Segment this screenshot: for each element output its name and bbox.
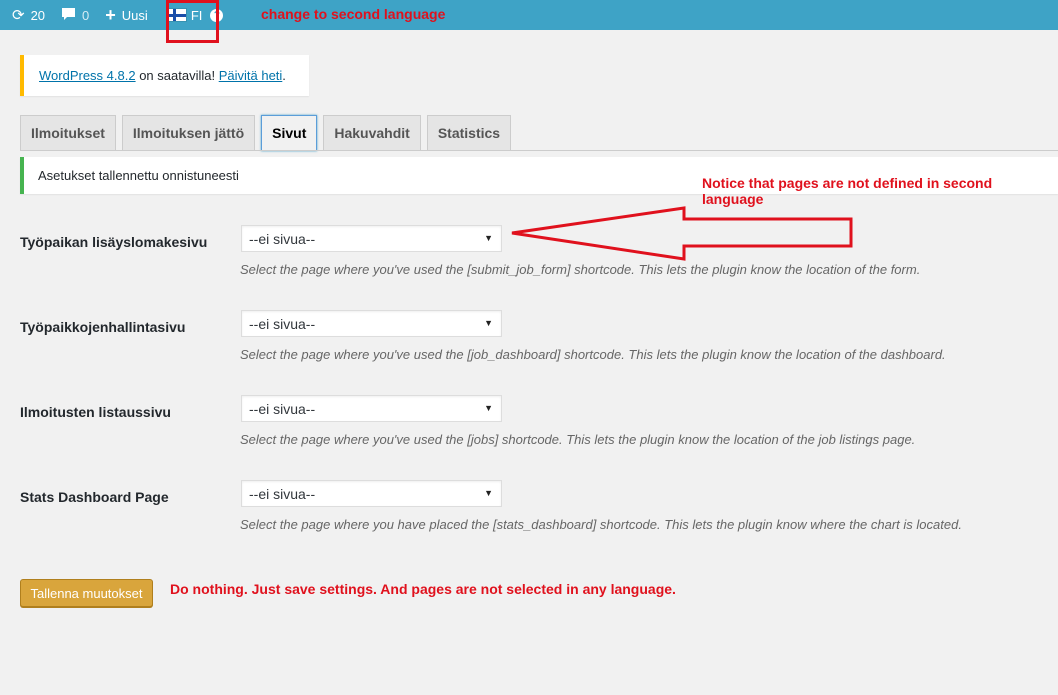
field-description: Select the page where you've used the [s… (240, 262, 921, 277)
field-label: Ilmoitusten listaussivu (20, 404, 171, 420)
dropdown-arrow-icon: ▼ (484, 233, 493, 243)
admin-bar: ⟳ 20 0 + Uusi FI ? (0, 0, 1058, 30)
update-now-link[interactable]: Päivitä heti (219, 68, 283, 83)
settings-tabs: Ilmoitukset Ilmoituksen jättö Sivut Haku… (20, 115, 517, 151)
new-label: Uusi (121, 7, 148, 23)
language-annotation: change to second language (261, 6, 446, 22)
stats-dashboard-page-select[interactable]: --ei sivua-- ▼ (241, 480, 502, 507)
tab-hakuvahdit[interactable]: Hakuvahdit (323, 115, 421, 150)
update-notice: WordPress 4.8.2 on saatavilla! Päivitä h… (20, 55, 309, 96)
update-notice-tail: . (282, 68, 286, 83)
submit-job-form-page-select[interactable]: --ei sivua-- ▼ (241, 225, 502, 252)
save-annotation: Do nothing. Just save settings. And page… (170, 581, 676, 597)
language-highlight-box (166, 0, 219, 43)
jobs-listing-page-select[interactable]: --ei sivua-- ▼ (241, 395, 502, 422)
comment-bubble-icon (61, 7, 76, 24)
tab-ilmoitukset[interactable]: Ilmoitukset (20, 115, 116, 150)
save-settings-button[interactable]: Tallenna muutokset (20, 579, 153, 607)
updates-count: 20 (30, 7, 46, 23)
field-label: Työpaikkojenhallintasivu (20, 319, 186, 335)
pages-annotation: Notice that pages are not defined in sec… (702, 175, 993, 207)
tab-statistics[interactable]: Statistics (426, 115, 512, 150)
dropdown-arrow-icon: ▼ (484, 488, 493, 498)
field-description: Select the page where you've used the [j… (240, 347, 946, 362)
plus-icon: + (105, 5, 116, 25)
wordpress-version-link[interactable]: WordPress 4.8.2 (39, 68, 136, 83)
job-dashboard-page-select[interactable]: --ei sivua-- ▼ (241, 310, 502, 337)
success-notice-text: Asetukset tallennettu onnistuneesti (38, 168, 239, 183)
field-description: Select the page where you have placed th… (240, 517, 962, 532)
comments-count: 0 (82, 7, 90, 23)
update-notice-text: on saatavilla! (135, 68, 219, 83)
tab-ilmoituksen-jatto[interactable]: Ilmoituksen jättö (121, 115, 256, 150)
tab-sivut[interactable]: Sivut (261, 115, 318, 151)
new-content-menu[interactable]: + Uusi (105, 0, 148, 30)
refresh-icon: ⟳ (12, 6, 25, 24)
updates-link[interactable]: ⟳ 20 (12, 0, 45, 30)
field-label: Työpaikan lisäyslomakesivu (20, 234, 208, 250)
field-label: Stats Dashboard Page (20, 489, 169, 505)
comments-link[interactable]: 0 (61, 0, 89, 30)
field-description: Select the page where you've used the [j… (240, 432, 916, 447)
dropdown-arrow-icon: ▼ (484, 318, 493, 328)
dropdown-arrow-icon: ▼ (484, 403, 493, 413)
tabs-divider (20, 150, 1058, 151)
